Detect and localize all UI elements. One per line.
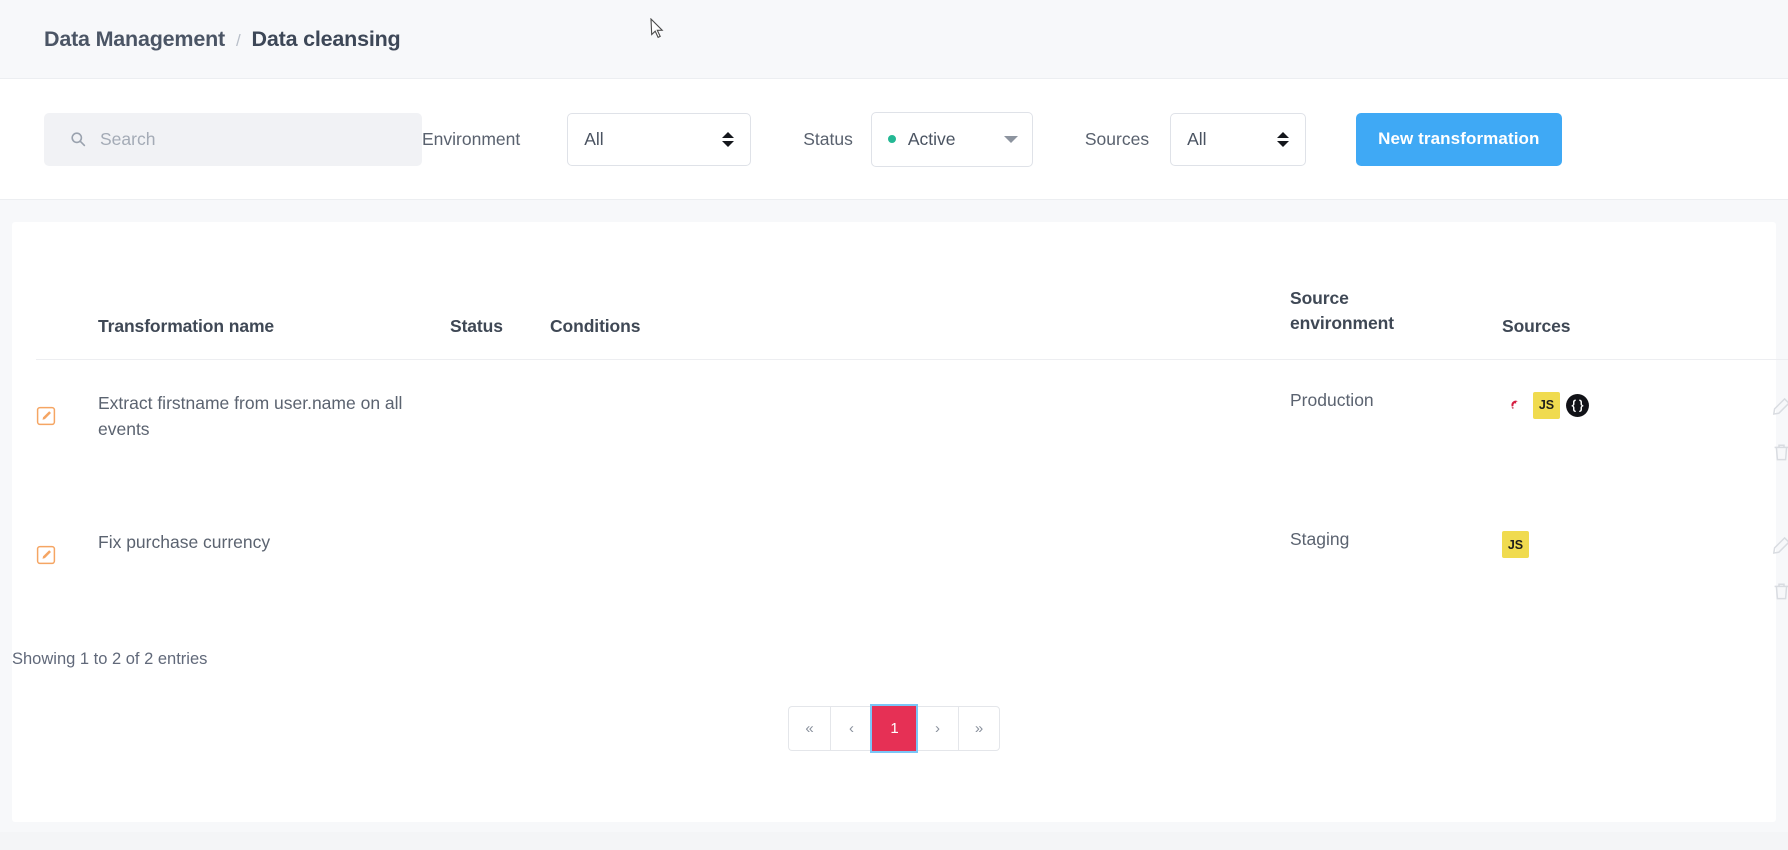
table-header: Transformation name Status Conditions So… [36, 222, 1788, 360]
sources-select[interactable]: All [1170, 112, 1307, 166]
showing-entries-text: Showing 1 to 2 of 2 entries [12, 650, 208, 668]
table-footer: Showing 1 to 2 of 2 entries « ‹ 1 › » [12, 622, 1776, 822]
updown-arrows-icon [1277, 131, 1290, 147]
row-sources-cell: JS [1502, 499, 1672, 639]
row-actions-cell [1672, 499, 1788, 639]
row-edit-badge-cell [36, 499, 98, 639]
table-header-row: Transformation name Status Conditions So… [36, 222, 1788, 360]
app-root: Data Management / Data cleansing Environ… [0, 0, 1788, 850]
header-source-environment-line1: Source [1290, 288, 1349, 308]
header-transformation-name: Transformation name [98, 222, 450, 360]
breadcrumb-separator: / [236, 30, 241, 50]
delete-trash-icon[interactable] [1771, 581, 1788, 602]
status-active-dot-icon [887, 135, 896, 143]
header-source-environment: Source environment [1290, 222, 1502, 360]
search-icon [70, 131, 86, 147]
status-filter: Status Active [803, 111, 1033, 167]
transformation-name: Fix purchase currency [98, 532, 271, 553]
status-label: Status [803, 128, 853, 149]
transformations-table: Transformation name Status Conditions So… [36, 222, 1788, 639]
status-select-value: Active [907, 128, 956, 149]
search-box[interactable] [44, 112, 422, 166]
row-status-cell [450, 359, 550, 499]
header-source-environment-line2: environment [1290, 313, 1394, 334]
sources-label: Sources [1084, 128, 1150, 149]
filter-toolbar: Environment All Status Active Sources Al… [0, 78, 1788, 200]
chevron-down-icon [1003, 135, 1018, 143]
source-icons: JS [1502, 529, 1672, 559]
edit-square-icon[interactable] [36, 545, 56, 565]
row-edit-badge-cell [36, 359, 98, 499]
pagination-last-button[interactable]: » [958, 706, 1000, 751]
edit-pencil-icon[interactable] [1771, 396, 1788, 417]
search-input[interactable] [100, 128, 400, 150]
environment-label: Environment [422, 128, 521, 149]
header-conditions: Conditions [550, 222, 1290, 360]
environment-select-value: All [584, 128, 604, 149]
breadcrumb-parent[interactable]: Data Management [44, 27, 225, 52]
sources-select-value: All [1187, 128, 1207, 149]
ruby-icon [1502, 392, 1529, 419]
row-conditions [550, 499, 1290, 639]
updown-arrows-icon [722, 131, 735, 147]
row-status-cell [450, 499, 550, 639]
pagination-page-1[interactable]: 1 [872, 706, 916, 751]
header-actions [1672, 222, 1788, 360]
json-api-icon [1564, 391, 1591, 419]
header-status: Status [450, 222, 550, 360]
environment-filter: Environment All [422, 112, 752, 166]
row-source-environment: Staging [1290, 529, 1350, 550]
status-select[interactable]: Active [870, 111, 1033, 167]
header-sources: Sources [1502, 222, 1672, 360]
delete-trash-icon[interactable] [1771, 442, 1788, 463]
breadcrumb: Data Management / Data cleansing [44, 26, 401, 52]
transformations-card: Transformation name Status Conditions So… [12, 222, 1788, 822]
header-icon-col [36, 222, 98, 360]
bottom-strip [0, 832, 1788, 850]
pagination: « ‹ 1 › » [788, 706, 1000, 751]
table-row[interactable]: Fix purchase currency Staging JS [36, 499, 1788, 639]
transformation-name: Extract firstname from user.name on all … [98, 392, 403, 440]
javascript-icon: JS [1502, 531, 1529, 559]
source-icons: JS [1502, 390, 1672, 419]
row-sources-cell: JS [1502, 359, 1672, 499]
javascript-icon: JS [1533, 391, 1560, 419]
breadcrumb-current: Data cleansing [251, 26, 401, 51]
breadcrumb-bar: Data Management / Data cleansing [0, 0, 1788, 78]
edit-square-icon[interactable] [36, 406, 56, 426]
pagination-prev-button[interactable]: ‹ [830, 706, 872, 751]
edit-pencil-icon[interactable] [1771, 535, 1788, 556]
pagination-first-button[interactable]: « [788, 706, 830, 751]
table-body: Extract firstname from user.name on all … [36, 359, 1788, 639]
sources-filter: Sources All [1084, 112, 1307, 166]
pagination-next-button[interactable]: › [916, 706, 958, 751]
new-transformation-button[interactable]: New transformation [1356, 112, 1562, 166]
table-row[interactable]: Extract firstname from user.name on all … [36, 359, 1788, 499]
row-actions [1672, 529, 1788, 602]
row-source-environment: Production [1290, 389, 1374, 410]
row-conditions [550, 359, 1290, 499]
row-actions [1672, 390, 1788, 463]
row-actions-cell [1672, 359, 1788, 499]
environment-select[interactable]: All [567, 112, 752, 166]
